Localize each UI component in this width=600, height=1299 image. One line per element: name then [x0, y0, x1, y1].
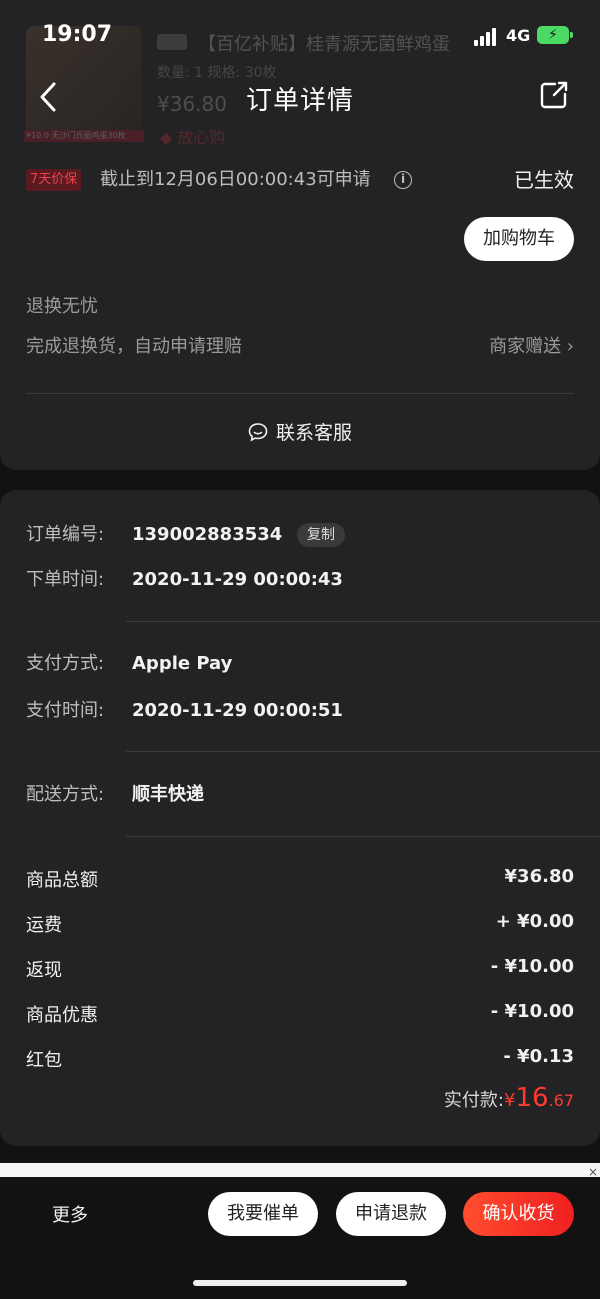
request-refund-button[interactable]: 申请退款 — [336, 1192, 446, 1236]
divider — [126, 621, 600, 622]
fee-value-total: ¥36.80 — [504, 866, 574, 887]
more-button[interactable]: 更多 — [52, 1201, 88, 1227]
delivery-label: 配送方式: — [26, 784, 105, 805]
amount-paid-currency: ¥ — [504, 1090, 516, 1111]
pay-time-row: 支付时间: 2020-11-29 00:00:51 — [26, 698, 343, 724]
return-service-title: 退换无忧 — [26, 296, 98, 317]
contact-service-button[interactable]: 联系客服 — [0, 418, 600, 448]
back-arrow-icon[interactable] — [36, 80, 60, 114]
price-protect-tag: 7天价保 — [26, 169, 82, 191]
status-bar: 19:07 4G ⚡ — [0, 0, 600, 70]
share-icon[interactable] — [539, 80, 569, 110]
page-title: 订单详情 — [245, 86, 354, 116]
delivery-method: 顺丰快递 — [132, 784, 204, 805]
amount-paid: 实付款:¥16.67 — [444, 1083, 574, 1113]
price-protect-status: 已生效 — [514, 168, 574, 192]
status-time: 19:07 — [42, 22, 113, 47]
fee-label-redpacket: 红包 — [26, 1050, 62, 1071]
amount-paid-decimal: .67 — [548, 1091, 574, 1110]
fee-value-redpacket: - ¥0.13 — [503, 1046, 574, 1067]
order-number: 139002883534 — [132, 524, 283, 545]
pay-time: 2020-11-29 00:00:51 — [132, 700, 343, 721]
home-indicator — [193, 1280, 407, 1286]
nav-bar: 订单详情 — [0, 70, 600, 124]
info-icon[interactable]: i — [394, 171, 412, 189]
return-service-desc: 完成退换货，自动申请理赔 — [26, 336, 242, 357]
confirm-receipt-button[interactable]: 确认收货 — [463, 1192, 574, 1236]
pay-method: Apple Pay — [132, 653, 233, 674]
order-time-label: 下单时间: — [26, 569, 105, 590]
price-protect-text: 截止到12月06日00:00:43可申请 — [100, 169, 371, 190]
fee-label-cashback: 返现 — [26, 960, 62, 981]
fee-value-discount: - ¥10.00 — [490, 1001, 574, 1022]
fee-label-total: 商品总额 — [26, 870, 98, 891]
ad-banner-strip — [0, 1163, 600, 1177]
network-type: 4G — [506, 26, 531, 45]
order-number-label: 订单编号: — [26, 524, 105, 545]
pay-method-label: 支付方式: — [26, 653, 105, 674]
order-time-row: 下单时间: 2020-11-29 00:00:43 — [26, 567, 343, 593]
pay-method-row: 支付方式: Apple Pay — [26, 651, 232, 677]
signal-icon — [474, 28, 498, 46]
urge-order-button[interactable]: 我要催单 — [208, 1192, 318, 1236]
order-number-row: 订单编号: 139002883534 — [26, 522, 282, 548]
amount-paid-integer: 16 — [515, 1083, 549, 1113]
add-to-cart-button[interactable]: 加购物车 — [464, 217, 574, 261]
pay-time-label: 支付时间: — [26, 700, 105, 721]
product-badge: ◆ 放心购 — [160, 128, 226, 147]
fee-label-shipping: 运费 — [26, 915, 62, 936]
divider — [126, 836, 600, 837]
divider — [26, 393, 574, 394]
product-thumbnail-band: ¥10.0 无沙门氏菌鸡蛋30枚 — [24, 130, 144, 142]
amount-paid-label: 实付款: — [443, 1090, 504, 1111]
fee-value-shipping: + ¥0.00 — [495, 911, 574, 932]
delivery-row: 配送方式: 顺丰快递 — [26, 782, 204, 808]
contact-service-label: 联系客服 — [275, 422, 352, 444]
order-time: 2020-11-29 00:00:43 — [132, 569, 343, 590]
copy-button[interactable]: 复制 — [297, 523, 345, 547]
divider — [126, 751, 600, 752]
battery-charging-icon: ⚡ — [537, 26, 573, 44]
price-protect-row: 7天价保 截止到12月06日00:00:43可申请 i 已生效 — [26, 166, 574, 194]
fee-label-discount: 商品优惠 — [26, 1005, 98, 1026]
chat-bubble-icon — [248, 423, 268, 442]
fee-value-cashback: - ¥10.00 — [490, 956, 574, 977]
return-service-link[interactable]: 商家赠送 › — [489, 332, 574, 358]
